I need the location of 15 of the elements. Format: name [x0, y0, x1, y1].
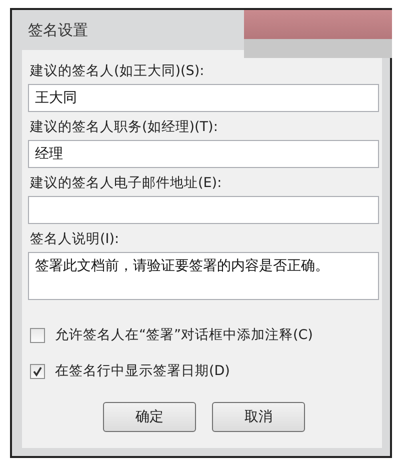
checkbox[interactable] [30, 328, 45, 342]
ok-button[interactable]: 确定 [103, 402, 196, 432]
input-field[interactable] [28, 196, 379, 224]
checkbox-label: 允许签名人在“签署”对话框中添加注释(C) [55, 326, 313, 344]
input-field[interactable]: 王大同 [28, 84, 379, 112]
field-label: 建议的签名人电子邮件地址(E): [30, 174, 223, 192]
checkbox-label: 在签名行中显示签署日期(D) [55, 362, 230, 380]
cancel-button[interactable]: 取消 [212, 402, 305, 432]
field-label: 建议的签名人(如王大同)(S): [30, 62, 206, 80]
field-label: 建议的签名人职务(如经理)(T): [30, 118, 219, 136]
field-label: 签名人说明(I): [30, 230, 120, 248]
text-area[interactable]: 签署此文档前，请验证要签署的内容是否正确。 [28, 252, 379, 300]
window-title: 签名设置 [28, 20, 88, 40]
input-field[interactable]: 经理 [28, 140, 379, 168]
checkbox[interactable] [30, 364, 45, 378]
